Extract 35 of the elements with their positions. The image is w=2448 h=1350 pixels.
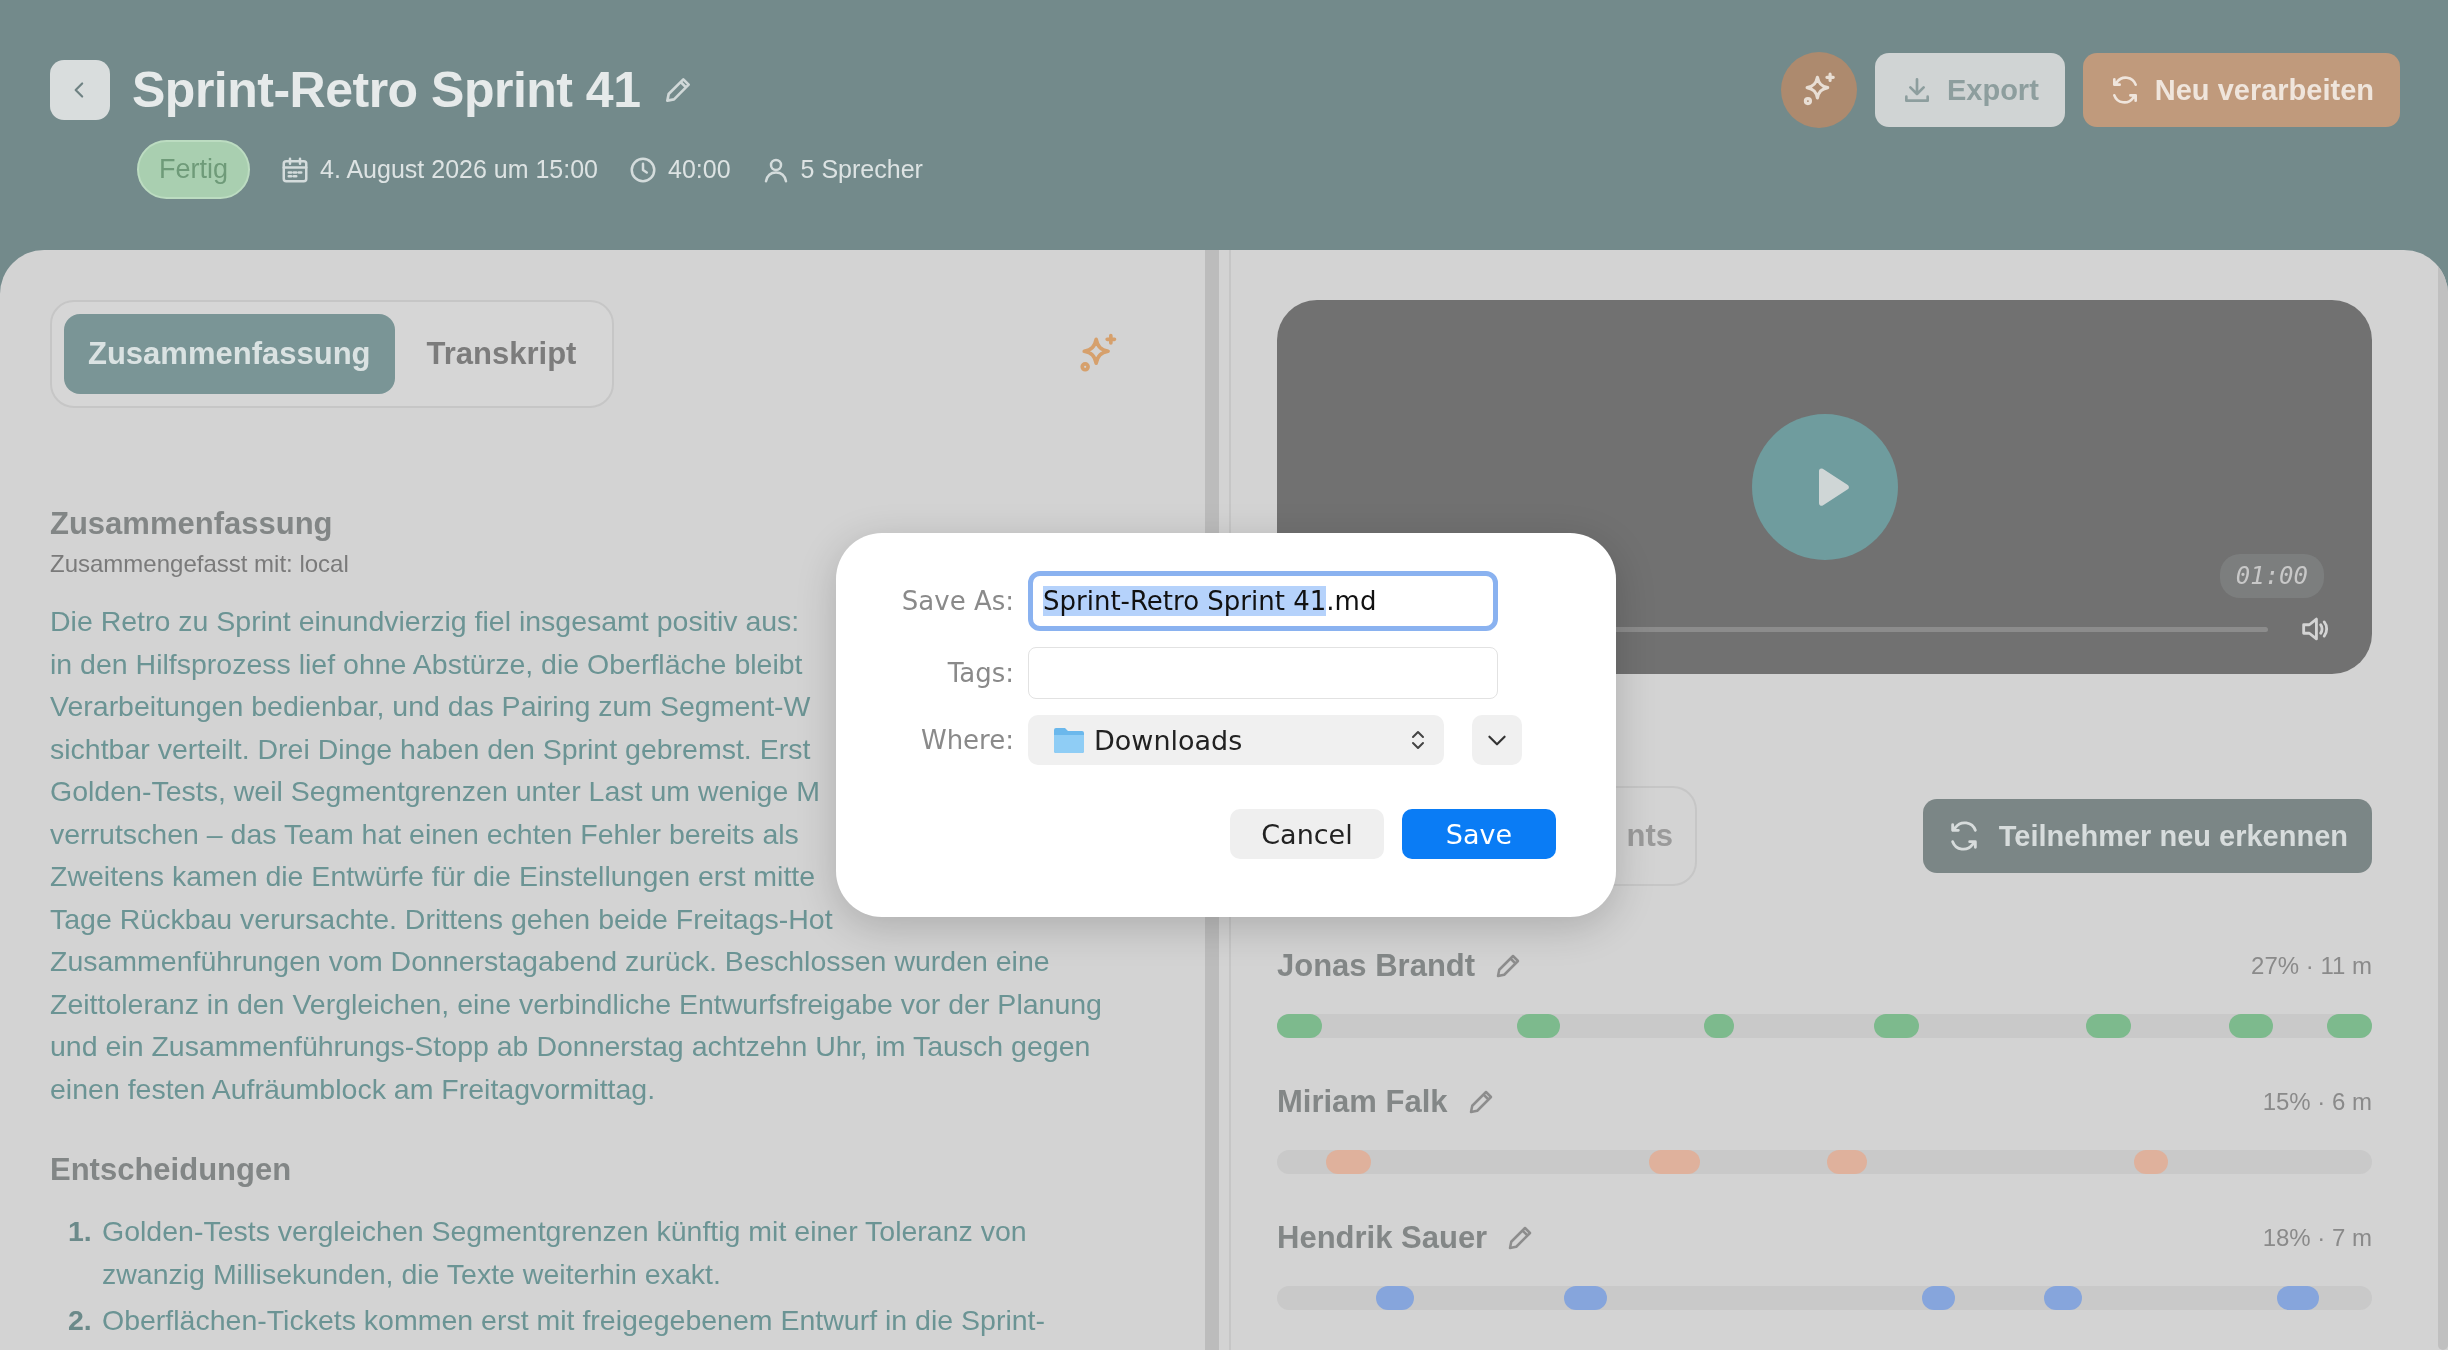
speaker-stats: 27% · 11 m <box>2251 952 2372 980</box>
summary-text-line: sichtbar verteilt. Drei Dinge haben den Sprint gebremst. Erst <box>50 731 811 767</box>
speaker-name: Hendrik Sauer <box>1277 1220 1488 1256</box>
speaker-name: Miriam Falk <box>1277 1084 1448 1120</box>
page-title: Sprint-Retro Sprint 41 <box>132 61 641 119</box>
speaker-name: Jonas Brandt <box>1277 948 1476 984</box>
summary-text-line: Verarbeitungen bedienbar, und das Pairing zum Segment-W <box>50 689 811 724</box>
section-heading: Zusammenfassung <box>50 506 334 542</box>
summary-text-line: einen festen Aufräumblock am Freitagvormittag. <box>50 1071 656 1107</box>
speaker-stats: 15% · 6 m <box>2262 1088 2372 1116</box>
summary-text-line: Zweitens kamen die Entwürfe für die Einstellungen erst mitte <box>50 859 816 894</box>
status-badge: Fertig <box>137 140 251 199</box>
section-heading: Entscheidungen <box>50 1152 293 1188</box>
summary-text-line: verrutschen – das Team hat einen echten Fehler bereits als <box>50 816 799 852</box>
list-number: 2. <box>68 1303 93 1338</box>
summary-text-line: Tage Rückbau verursachte. Drittens gehen beide Freitags-Hot <box>50 901 833 937</box>
field-label: Save As: <box>900 586 1014 616</box>
summary-text-line: und ein Zusammenführungs-Stopp ab Donnerstag achtzehn Uhr, im Tausch gegen <box>50 1029 1091 1064</box>
summary-text-line: Golden-Tests, weil Segmentgrenzen unter Last um wenige M <box>50 774 820 809</box>
summary-text-line: Zeittoleranz in den Vergleichen, eine verbindliche Entwurfsfreigabe vor der Planung <box>50 986 1102 1022</box>
field-label: Where: <box>919 725 1014 755</box>
decision-text-line: Golden-Tests vergleichen Segmentgrenzen künftig mit einer Toleranz von <box>102 1214 1027 1249</box>
summary-text-line: Die Retro zu Sprint einundvierzig fiel insgesamt positiv aus: <box>50 604 800 639</box>
meeting-duration: 40:00 <box>668 155 731 184</box>
summary-model: Zusammengefasst mit: local <box>50 550 350 578</box>
list-number: 1. <box>68 1214 93 1249</box>
speaker-count: 5 Sprecher <box>800 155 923 184</box>
decision-text-line: Oberflächen-Tickets kommen erst mit freigegebenem Entwurf in die Sprint- <box>102 1303 1045 1338</box>
speaker-stats: 18% · 7 m <box>2262 1224 2372 1252</box>
summary-text-line: in den Hilfsprozess lief ohne Abstürze, die Oberfläche bleibt <box>50 646 803 682</box>
playback-time: 01:00 <box>2219 554 2324 598</box>
summary-text-line: Zusammenführungen vom Donnerstagabend zurück. Beschlossen wurden eine <box>50 944 1050 979</box>
field-label: Tags: <box>946 658 1014 688</box>
decision-text-line: zwanzig Millisekunden, die Texte weiterhin exakt. <box>102 1256 721 1292</box>
meeting-date: 4. August 2026 um 15:00 <box>320 155 599 184</box>
